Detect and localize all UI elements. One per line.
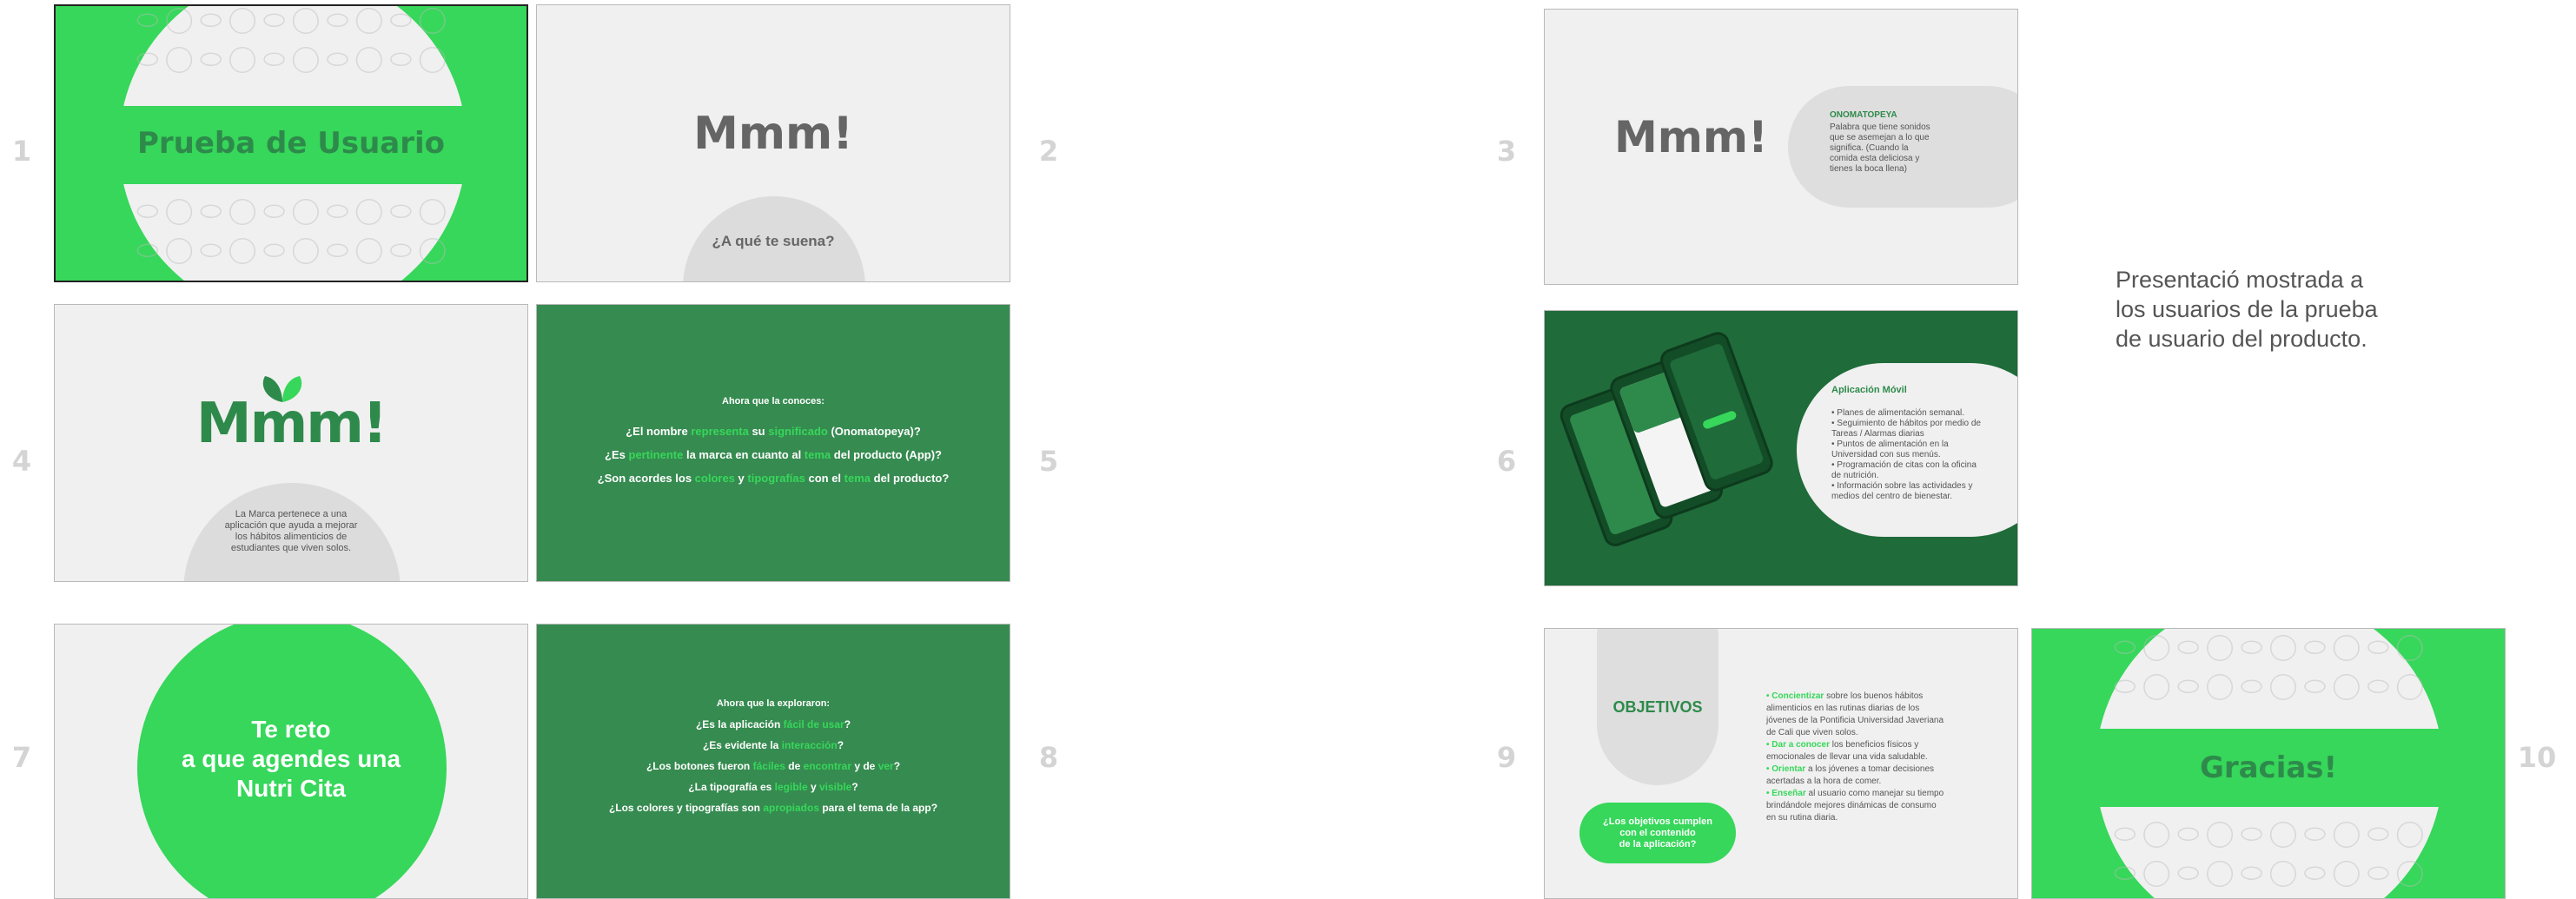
slide-number: 2 bbox=[1038, 135, 1059, 168]
objective-line: • Concientizar sobre los buenos hábitos bbox=[1766, 691, 1924, 701]
objective-line: de Cali que viven solos. bbox=[1766, 728, 1858, 737]
question-line: ¿Son acordes los colores y tipografías c… bbox=[597, 472, 950, 485]
slide-9[interactable]: OBJETIVOS ¿Los objetivos cumplen con el … bbox=[1544, 628, 2018, 899]
slide-7[interactable]: Te reto a que agendes una Nutri Cita bbox=[54, 624, 528, 899]
desc-line: los hábitos alimenticios de bbox=[235, 532, 348, 542]
intro-text: Ahora que la exploraron: bbox=[716, 698, 831, 709]
question-line: ¿La tipografía es legible y visible? bbox=[688, 781, 858, 793]
slide-number: 6 bbox=[1496, 445, 1517, 478]
objective-line: alimenticios en las rutinas diarias de l… bbox=[1766, 704, 1920, 713]
food-pattern: ⬭ ◯ ⬭ ◯ ⬭ ◯ ⬭ ◯ ⬭ ◯ bbox=[136, 197, 447, 226]
objective-line: brindándole mejores dinámicas de consumo bbox=[1766, 801, 1937, 810]
definition-line: comida esta deliciosa y bbox=[1830, 154, 1920, 163]
food-pattern: ⬭ ◯ ⬭ ◯ ⬭ ◯ ⬭ ◯ ⬭ ◯ bbox=[2113, 633, 2424, 662]
desc-line: La Marca pertenece a una bbox=[235, 509, 348, 519]
feature-line: Universidad con sus menús. bbox=[1831, 450, 1941, 459]
food-pattern: ⬭ ◯ ⬭ ◯ ⬭ ◯ ⬭ ◯ ⬭ ◯ bbox=[136, 6, 447, 35]
button-line: de la aplicación? bbox=[1619, 839, 1697, 849]
slide-number: 9 bbox=[1496, 741, 1517, 774]
question-text: ¿A qué te suena? bbox=[712, 233, 835, 249]
brand-logo: Mmm! bbox=[195, 392, 387, 456]
feature-line: • Seguimiento de hábitos por medio de bbox=[1831, 419, 1981, 428]
slide-number: 7 bbox=[11, 741, 32, 774]
question-line: ¿El nombre representa su significado (On… bbox=[626, 425, 921, 438]
slide-8[interactable]: Ahora que la exploraron: ¿Es la aplicaci… bbox=[536, 624, 1010, 899]
objective-line: jóvenes de la Pontificia Universidad Jav… bbox=[1766, 716, 1944, 725]
caption-line: de usuario del producto. bbox=[2116, 326, 2367, 352]
cta-line: Te reto bbox=[251, 716, 331, 743]
feature-line: • Planes de alimentación semanal. bbox=[1831, 408, 1965, 418]
food-pattern: ⬭ ◯ ⬭ ◯ ⬭ ◯ ⬭ ◯ ⬭ ◯ bbox=[136, 236, 447, 265]
definition-line: que se asemejan a lo que bbox=[1830, 133, 1930, 142]
slide-title: Mmm! bbox=[1614, 112, 1768, 162]
slide-number: 10 bbox=[2517, 741, 2557, 774]
cta-line: a que agendes una bbox=[181, 745, 401, 772]
button-line: ¿Los objetivos cumplen bbox=[1603, 816, 1712, 827]
desc-line: estudiantes que viven solos. bbox=[230, 543, 352, 553]
caption-line: Presentació mostrada a bbox=[2116, 267, 2364, 293]
slide-number: 4 bbox=[11, 445, 32, 478]
slide-number: 8 bbox=[1038, 741, 1059, 774]
feature-line: • Información sobre las actividades y bbox=[1831, 481, 1973, 491]
definition-line: Palabra que tiene sonidos bbox=[1830, 122, 1930, 132]
feature-line: • Puntos de alimentación en la bbox=[1831, 440, 1949, 449]
slide-4[interactable]: Mmm! La Marca pertenece a una aplicación… bbox=[54, 304, 528, 582]
slide-3[interactable]: Mmm! ONOMATOPEYA Palabra que tiene sonid… bbox=[1544, 9, 2018, 285]
definition-line: significa. (Cuando la bbox=[1830, 143, 1909, 153]
intro-text: Ahora que la conoces: bbox=[722, 396, 824, 407]
cta-line: Nutri Cita bbox=[236, 775, 346, 802]
question-line: ¿Los botones fueron fáciles de encontrar… bbox=[646, 760, 901, 772]
slide-title: Gracias! bbox=[2199, 750, 2338, 785]
food-pattern: ⬭ ◯ ⬭ ◯ ⬭ ◯ ⬭ ◯ ⬭ ◯ bbox=[2113, 859, 2424, 888]
slide-number: 1 bbox=[11, 135, 32, 168]
feature-line: de nutrición. bbox=[1831, 471, 1879, 480]
slide-5[interactable]: Ahora que la conoces: ¿El nombre represe… bbox=[536, 304, 1010, 582]
objectives-question-button[interactable]: ¿Los objetivos cumplen con el contenido … bbox=[1579, 803, 1736, 863]
feature-line: Tareas / Alarmas diarias bbox=[1831, 429, 1924, 439]
feature-line: • Programación de citas con la oficina bbox=[1831, 460, 1977, 470]
slide-10[interactable]: ⬭ ◯ ⬭ ◯ ⬭ ◯ ⬭ ◯ ⬭ ◯ ⬭ ◯ ⬭ ◯ ⬭ ◯ ⬭ ◯ ⬭ ◯ … bbox=[2031, 628, 2506, 899]
slide-title: Prueba de Usuario bbox=[136, 126, 446, 161]
section-heading: OBJETIVOS bbox=[1612, 698, 1703, 716]
button-line: con el contenido bbox=[1619, 828, 1696, 838]
question-line: ¿Los colores y tipografías son apropiado… bbox=[608, 802, 938, 814]
slide-number: 5 bbox=[1038, 445, 1059, 478]
section-heading: Aplicación Móvil bbox=[1831, 385, 1907, 395]
objective-line: • Orientar a los jóvenes a tomar decisio… bbox=[1766, 764, 1935, 774]
objective-line: en su rutina diaria. bbox=[1766, 813, 1838, 823]
question-line: ¿Es pertinente la marca en cuanto al tem… bbox=[605, 448, 942, 461]
objective-line: • Enseñar al usuario como manejar su tie… bbox=[1766, 789, 1944, 798]
definition-line: tienes la boca llena) bbox=[1830, 164, 1907, 174]
food-pattern: ⬭ ◯ ⬭ ◯ ⬭ ◯ ⬭ ◯ ⬭ ◯ bbox=[2113, 672, 2424, 701]
food-pattern: ⬭ ◯ ⬭ ◯ ⬭ ◯ ⬭ ◯ ⬭ ◯ bbox=[2113, 820, 2424, 849]
question-line: ¿Es la aplicación fácil de usar? bbox=[695, 718, 851, 730]
objective-line: acertadas a la hora de comer. bbox=[1766, 777, 1882, 786]
definition-heading: ONOMATOPEYA bbox=[1830, 110, 1897, 120]
slide-title: Mmm! bbox=[693, 108, 853, 160]
food-pattern: ⬭ ◯ ⬭ ◯ ⬭ ◯ ⬭ ◯ ⬭ ◯ bbox=[136, 45, 447, 74]
objective-line: emocionales de llevar una vida saludable… bbox=[1766, 752, 1928, 762]
caption: Presentació mostrada a los usuarios de l… bbox=[2116, 265, 2378, 354]
question-line: ¿Es evidente la interacción? bbox=[702, 739, 844, 751]
phones-mockup bbox=[1560, 332, 1773, 546]
slide-6[interactable]: Aplicación Móvil • Planes de alimentació… bbox=[1544, 310, 2018, 586]
objective-line: • Dar a conocer los beneficios físicos y bbox=[1766, 740, 1919, 750]
slide-1[interactable]: ⬭ ◯ ⬭ ◯ ⬭ ◯ ⬭ ◯ ⬭ ◯ ⬭ ◯ ⬭ ◯ ⬭ ◯ ⬭ ◯ ⬭ ◯ … bbox=[54, 4, 528, 282]
feature-line: medios del centro de bienestar. bbox=[1831, 492, 1952, 501]
caption-line: los usuarios de la prueba bbox=[2116, 296, 2378, 322]
desc-line: aplicación que ayuda a mejorar bbox=[224, 520, 358, 531]
slide-2[interactable]: Mmm! ¿A qué te suena? bbox=[536, 4, 1010, 282]
slide-number: 3 bbox=[1496, 135, 1517, 168]
